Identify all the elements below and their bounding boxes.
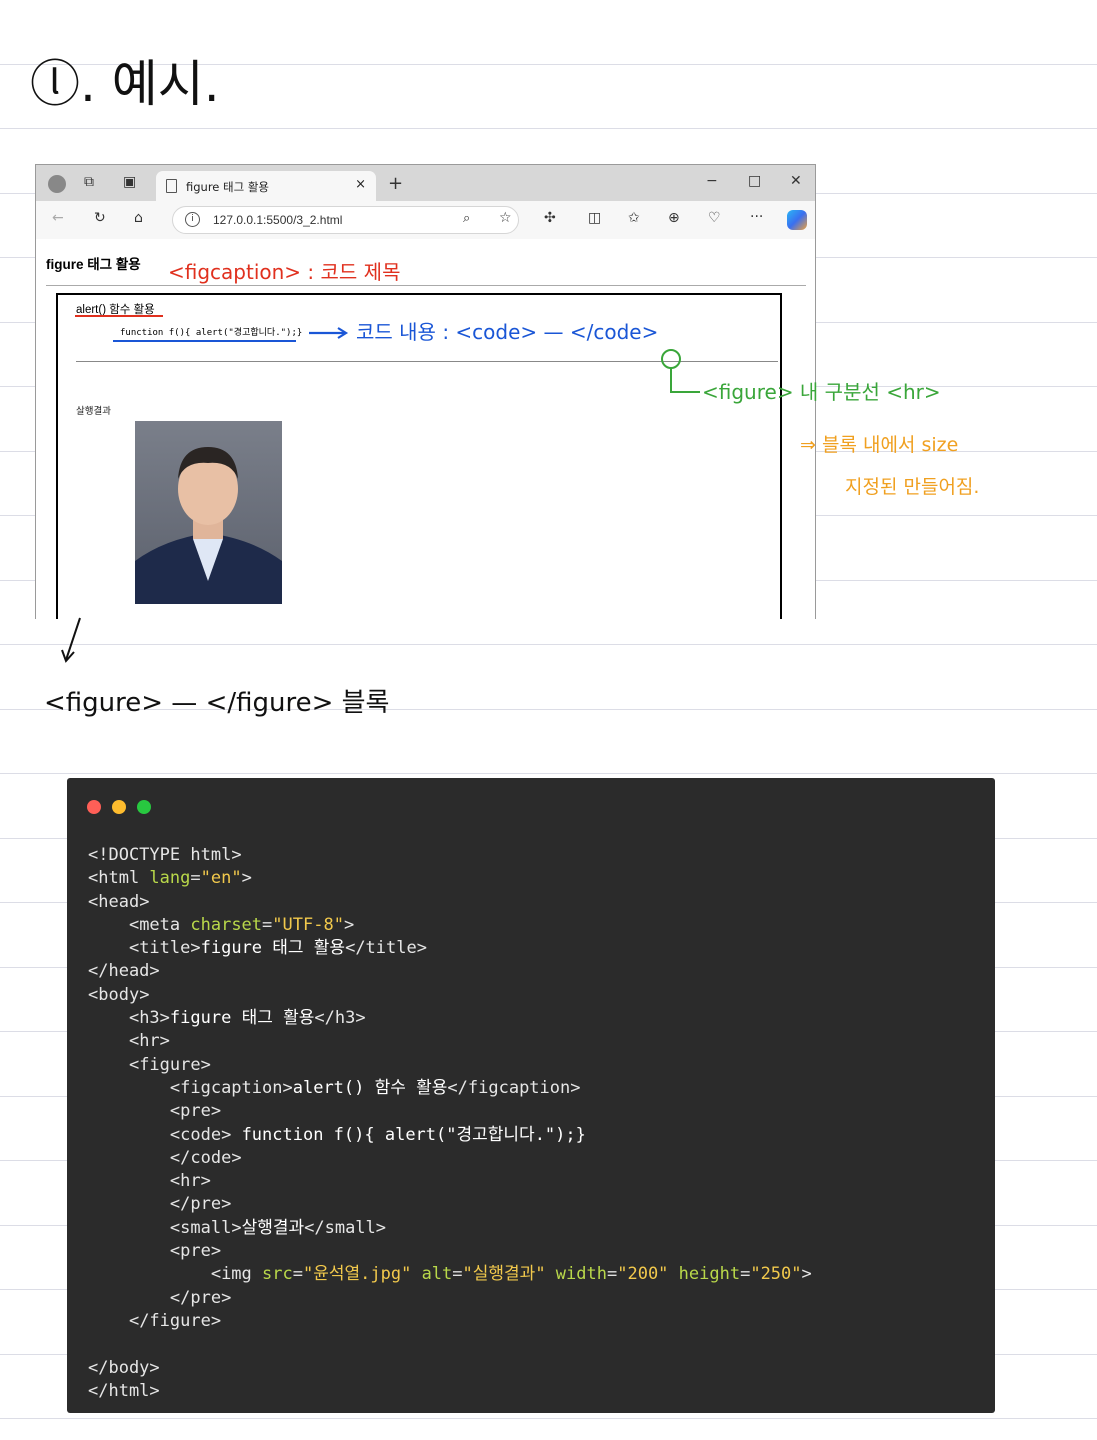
more-menu-icon[interactable]: ··· <box>750 209 763 225</box>
tab-actions-icon[interactable]: ▣ <box>123 174 136 190</box>
address-bar[interactable]: i 127.0.0.1:5500/3_2.html ⌕ ☆ <box>172 206 519 234</box>
split-screen-icon[interactable]: ◫ <box>588 210 601 226</box>
back-icon[interactable]: ← <box>52 210 64 226</box>
code-window: <!DOCTYPE html> <html lang="en"> <head> <m… <box>67 778 995 1413</box>
note-heading: ⓛ. 예시. <box>30 55 220 113</box>
rendered-page: figure 태그 활용 alert() 함수 활용 function f(){… <box>36 239 815 619</box>
copilot-icon[interactable] <box>787 210 807 230</box>
annotation-hr-2: ⇒ 블록 내에서 size <box>800 434 959 456</box>
code-line: <hr> <box>169 1171 211 1192</box>
code-line: <small>살행결과</small> <box>169 1217 387 1238</box>
page-heading: figure 태그 활용 <box>46 257 141 272</box>
ruled-line <box>0 128 1097 129</box>
tab-bar: ⧉ ▣ figure 태그 활용 × + − □ ✕ <box>36 165 815 201</box>
annotation-hr-3: 지정된 만들어짐. <box>845 476 980 498</box>
tab-close-icon[interactable]: × <box>355 177 366 192</box>
figcaption: alert() 함수 활용 <box>76 304 155 316</box>
document-icon <box>166 179 177 193</box>
code-line: </head> <box>88 961 160 982</box>
code-line: </figure> <box>128 1310 222 1331</box>
profile-icon[interactable] <box>48 175 66 193</box>
close-window-button[interactable]: ✕ <box>790 173 802 189</box>
zoom-icon[interactable]: ⌕ <box>463 211 470 226</box>
annotation-figure: <figure> — </figure> 블록 <box>44 688 390 718</box>
code-line: <code> function f(){ alert("경고합니다.");} <box>169 1124 586 1145</box>
code-block: <!DOCTYPE html> <html lang="en"> <head> <m… <box>88 844 812 1403</box>
ruled-line <box>0 1418 1097 1419</box>
code-line: function f(){ alert("경고합니다.");} <box>120 328 303 338</box>
code-line: </body> <box>88 1357 160 1378</box>
code-line: </pre> <box>169 1287 232 1308</box>
code-line: <body> <box>88 984 150 1005</box>
code-line: <meta charset="UTF-8"> <box>128 914 355 935</box>
minimize-button[interactable]: − <box>706 173 718 189</box>
new-tab-button[interactable]: + <box>388 173 403 194</box>
code-line: <head> <box>88 891 150 912</box>
annotation-figcaption: <figcaption> : 코드 제목 <box>168 260 401 284</box>
page-divider <box>46 285 806 286</box>
url-text: 127.0.0.1:5500/3_2.html <box>213 213 343 227</box>
extensions-icon[interactable]: ✣ <box>544 210 556 226</box>
portrait-photo <box>135 421 282 604</box>
ruled-line <box>0 773 1097 774</box>
code-line: </code> <box>169 1147 242 1168</box>
code-line: <figcaption>alert() 함수 활용</figcaption> <box>169 1077 581 1098</box>
browser-essentials-icon[interactable]: ♡ <box>708 210 721 226</box>
close-dot <box>87 800 101 814</box>
zoom-dot <box>137 800 151 814</box>
collections-icon[interactable]: ⧉ <box>84 174 94 190</box>
favorite-star-icon[interactable]: ☆ <box>499 210 512 226</box>
tab-title: figure 태그 활용 <box>186 180 270 194</box>
favorites-icon[interactable]: ✩ <box>628 210 640 226</box>
reload-icon[interactable]: ↻ <box>94 210 106 226</box>
code-line: </pre> <box>169 1194 232 1215</box>
code-line: </html> <box>88 1380 160 1401</box>
code-line: <pre> <box>169 1101 222 1122</box>
home-icon[interactable]: ⌂ <box>134 210 143 226</box>
maximize-button[interactable]: □ <box>748 173 761 189</box>
browser-window: ⧉ ▣ figure 태그 활용 × + − □ ✕ ← ↻ ⌂ i 127.0… <box>35 164 816 619</box>
annotation-code: 코드 내용 : <code> — </code> <box>356 320 659 344</box>
info-icon[interactable]: i <box>185 212 200 227</box>
code-line: <h3>figure 태그 활용</h3> <box>128 1008 366 1029</box>
code-line: <pre> <box>169 1241 222 1262</box>
figure-divider <box>76 361 778 362</box>
small-text: 살행결과 <box>76 406 111 417</box>
minimize-dot <box>112 800 126 814</box>
code-line: <figure> <box>128 1054 211 1075</box>
annotation-hr-1: <figure> 내 구분선 <hr> <box>702 380 941 404</box>
code-line: <!DOCTYPE html> <box>88 845 242 865</box>
code-line: <hr> <box>128 1031 170 1052</box>
tab-figure[interactable]: figure 태그 활용 × <box>156 171 376 201</box>
ruled-line <box>0 644 1097 645</box>
address-row: ← ↻ ⌂ i 127.0.0.1:5500/3_2.html ⌕ ☆ ✣ ◫ … <box>36 201 815 239</box>
code-line: <title>figure 태그 활용</title> <box>128 938 427 959</box>
code-line: <html lang="en"> <box>88 868 252 889</box>
code-line: <img src="윤석열.jpg" alt="실행결과" width="200… <box>210 1264 812 1285</box>
collections-toolbar-icon[interactable]: ⊕ <box>668 210 680 226</box>
